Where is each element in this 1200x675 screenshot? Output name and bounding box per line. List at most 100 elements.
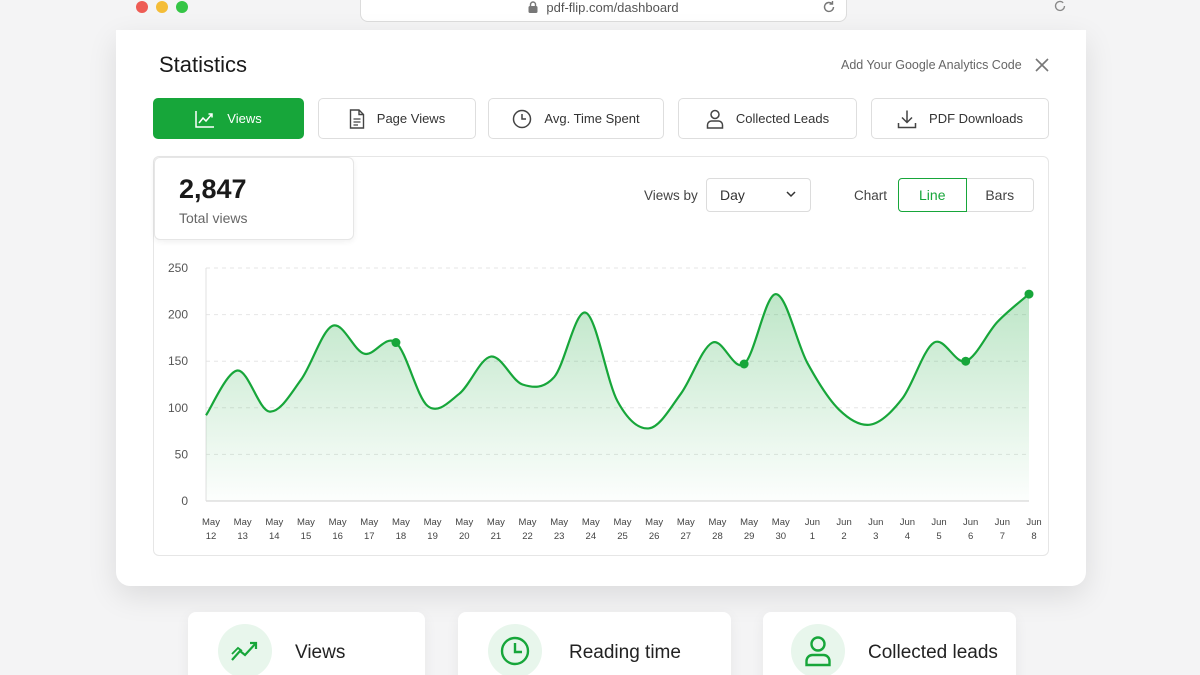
page-title: Statistics bbox=[159, 52, 248, 77]
area-fill bbox=[206, 294, 1029, 501]
chevron-down-icon bbox=[786, 191, 796, 198]
user-icon bbox=[706, 109, 724, 129]
x-tick-day: 7 bbox=[1000, 531, 1005, 542]
x-tick-day: 16 bbox=[332, 531, 343, 542]
statistics-modal: Statistics Add Your Google Analytics Cod… bbox=[116, 30, 1086, 586]
chart-bars-option[interactable]: Bars bbox=[966, 178, 1034, 212]
x-tick-day: 15 bbox=[301, 531, 312, 542]
x-tick-day: 14 bbox=[269, 531, 280, 542]
tab-label: Avg. Time Spent bbox=[544, 111, 640, 126]
x-tick-day: 25 bbox=[617, 531, 628, 542]
feature-icon-wrap bbox=[218, 624, 272, 675]
feature-card-views: Views bbox=[188, 612, 425, 675]
x-tick-day: 20 bbox=[459, 531, 470, 542]
x-tick-day: 1 bbox=[810, 531, 815, 542]
x-tick-month: May bbox=[550, 517, 568, 528]
x-tick-day: 2 bbox=[841, 531, 846, 542]
feature-icon-wrap bbox=[791, 624, 845, 675]
window-controls bbox=[136, 1, 188, 13]
tab-label: Page Views bbox=[376, 111, 446, 126]
select-value: Day bbox=[720, 187, 745, 203]
chart-card: 0 50 100 150 200 250 May 12 May 13 May 14 May 15 May 1… bbox=[153, 156, 1049, 556]
analytics-code-link[interactable]: Add Your Google Analytics Code bbox=[841, 58, 1022, 72]
x-tick-day: 26 bbox=[649, 531, 660, 542]
x-tick-month: Jun bbox=[868, 517, 883, 528]
tab-avg-time-spent[interactable]: Avg. Time Spent bbox=[488, 98, 664, 139]
y-tick-label: 200 bbox=[168, 308, 188, 322]
feature-card-collected-leads: Collected leads bbox=[763, 612, 1016, 675]
x-tick-day: 27 bbox=[681, 531, 692, 542]
x-tick-month: May bbox=[487, 517, 505, 528]
close-icon[interactable] bbox=[1034, 57, 1050, 73]
address-bar[interactable]: pdf-flip.com/dashboard bbox=[360, 0, 847, 22]
x-tick-month: Jun bbox=[931, 517, 946, 528]
x-tick-day: 30 bbox=[775, 531, 786, 542]
feature-label: Collected leads bbox=[868, 642, 998, 663]
x-tick-month: May bbox=[772, 517, 790, 528]
x-tick-day: 17 bbox=[364, 531, 375, 542]
x-tick-month: May bbox=[708, 517, 726, 528]
close-window-dot[interactable] bbox=[136, 1, 148, 13]
refresh-icon[interactable] bbox=[1053, 0, 1067, 13]
maximize-window-dot[interactable] bbox=[176, 1, 188, 13]
x-tick-month: May bbox=[519, 517, 537, 528]
x-tick-day: 21 bbox=[491, 531, 502, 542]
tab-label: Views bbox=[227, 111, 262, 126]
total-views-label: Total views bbox=[179, 210, 248, 226]
x-tick-day: 28 bbox=[712, 531, 723, 542]
url-text: pdf-flip.com/dashboard bbox=[546, 0, 679, 15]
data-point[interactable] bbox=[1024, 289, 1034, 299]
minimize-window-dot[interactable] bbox=[156, 1, 168, 13]
data-point[interactable] bbox=[391, 338, 401, 348]
total-views-value: 2,847 bbox=[179, 174, 247, 204]
lock-icon bbox=[528, 1, 538, 13]
x-tick-day: 29 bbox=[744, 531, 755, 542]
tab-pdf-downloads[interactable]: PDF Downloads bbox=[871, 98, 1049, 139]
x-tick-day: 24 bbox=[586, 531, 597, 542]
tab-views[interactable]: Views bbox=[153, 98, 304, 139]
x-tick-day: 22 bbox=[522, 531, 533, 542]
clock-icon bbox=[500, 636, 530, 666]
user-icon bbox=[805, 636, 831, 667]
x-tick-month: May bbox=[677, 517, 695, 528]
x-tick-month: May bbox=[360, 517, 378, 528]
feature-label: Views bbox=[295, 642, 346, 663]
y-tick-label: 50 bbox=[175, 447, 189, 461]
tab-label: PDF Downloads bbox=[929, 111, 1023, 126]
y-tick-label: 250 bbox=[168, 261, 188, 275]
tab-collected-leads[interactable]: Collected Leads bbox=[678, 98, 857, 139]
feature-card-reading-time: Reading time bbox=[458, 612, 731, 675]
y-tick-label: 150 bbox=[168, 354, 188, 368]
tab-page-views[interactable]: Page Views bbox=[318, 98, 476, 139]
x-tick-month: May bbox=[329, 517, 347, 528]
x-tick-day: 6 bbox=[968, 531, 973, 542]
views-by-select[interactable]: Day bbox=[706, 178, 811, 212]
x-tick-month: Jun bbox=[836, 517, 851, 528]
x-tick-month: May bbox=[455, 517, 473, 528]
x-tick-day: 23 bbox=[554, 531, 565, 542]
x-tick-month: May bbox=[202, 517, 220, 528]
x-tick-day: 18 bbox=[396, 531, 407, 542]
views-by-label: Views by bbox=[644, 188, 698, 203]
data-point[interactable] bbox=[739, 359, 749, 369]
chart-line-option[interactable]: Line bbox=[898, 178, 967, 212]
x-tick-day: 5 bbox=[936, 531, 941, 542]
x-tick-day: 4 bbox=[905, 531, 910, 542]
feature-label: Reading time bbox=[569, 642, 681, 663]
x-tick-month: Jun bbox=[900, 517, 915, 528]
x-tick-day: 13 bbox=[237, 531, 248, 542]
x-tick-day: 12 bbox=[206, 531, 217, 542]
x-tick-month: May bbox=[645, 517, 663, 528]
reload-icon[interactable] bbox=[822, 0, 836, 14]
x-tick-month: May bbox=[740, 517, 758, 528]
x-tick-month: May bbox=[424, 517, 442, 528]
x-tick-month: May bbox=[614, 517, 632, 528]
x-tick-day: 19 bbox=[427, 531, 438, 542]
clock-icon bbox=[513, 109, 532, 128]
x-tick-month: May bbox=[297, 517, 315, 528]
x-tick-day: 3 bbox=[873, 531, 878, 542]
data-point[interactable] bbox=[961, 356, 971, 366]
x-tick-month: May bbox=[234, 517, 252, 528]
total-views-box: 2,847 Total views bbox=[154, 157, 354, 240]
x-tick-month: Jun bbox=[805, 517, 820, 528]
